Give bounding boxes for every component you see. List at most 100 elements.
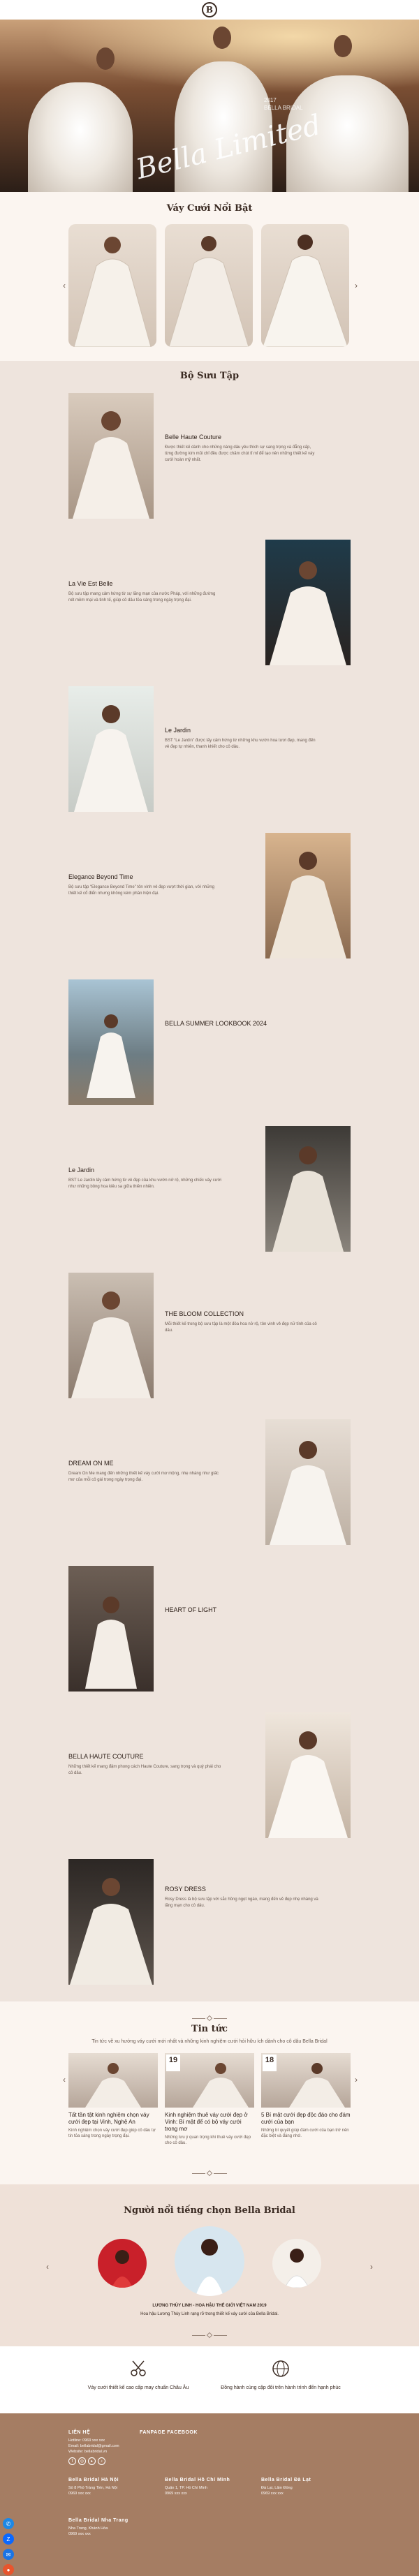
- collection-item[interactable]: BELLA SUMMER LOOKBOOK 2024: [0, 961, 419, 1108]
- collection-desc: BST Le Jardin lấy cảm hứng từ vẻ đẹp của…: [68, 1178, 221, 1189]
- news-prev-button[interactable]: ‹: [59, 2074, 70, 2085]
- celebrities-next-button[interactable]: ›: [366, 2261, 377, 2272]
- collection-title: Belle Haute Couture: [165, 434, 222, 441]
- news-section: Tin tức Tin tức về xu hướng váy cưới mới…: [0, 2001, 419, 2184]
- celebrity-caption-title: LƯƠNG THÙY LINH - HOA HẬU THẾ GIỚI VIỆT …: [152, 2304, 267, 2308]
- collection-item[interactable]: Le Jardin BST Le Jardin lấy cảm hứng từ …: [0, 1108, 419, 1254]
- youtube-icon[interactable]: ▸: [88, 2457, 96, 2465]
- news-card-title: Kinh nghiệm thuê váy cưới đẹp ở Vinh: Bí…: [165, 2112, 248, 2132]
- collection-item[interactable]: ROSY DRESS Rosy Dress là bộ sưu tập với …: [0, 1841, 419, 1987]
- title-ornament-top: [192, 2015, 227, 2022]
- footer-contact-line: Email: bellabridal@gmail.com: [68, 2444, 119, 2448]
- featured-title: Váy Cưới Nổi Bật: [166, 203, 253, 214]
- collection-desc: Mỗi thiết kế trong bộ sưu tập là một đóa…: [165, 1322, 317, 1333]
- chat-icon: Z: [6, 2536, 10, 2542]
- globe-icon: [271, 2359, 291, 2378]
- news-subtitle: Tin tức về xu hướng váy cưới mới nhất và…: [91, 2039, 328, 2044]
- collection-title: ROSY DRESS: [165, 1886, 206, 1893]
- site-footer: LIÊN HỆ Hotline: 0969 xxx xxx Email: bel…: [0, 2413, 419, 2576]
- service-label: Đồng hành cùng cặp đôi trên hành trình đ…: [221, 2385, 341, 2390]
- hero-bride-left: [28, 82, 133, 192]
- news-card[interactable]: 19 Kinh nghiệm thuê váy cưới đẹp ở Vinh:…: [165, 2053, 254, 2146]
- collection-photo: [68, 686, 154, 812]
- news-date-day: 19: [168, 2056, 178, 2064]
- map-float-button[interactable]: ●: [3, 2564, 14, 2575]
- footer-branch-line: 0969 xxx xxx: [68, 2492, 91, 2496]
- collection-text: Belle Haute Couture Được thiết kế dành c…: [165, 434, 318, 464]
- news-card-excerpt: Những lưu ý quan trọng khi thuê váy cưới…: [165, 2135, 251, 2145]
- collection-title: La Vie Est Belle: [68, 580, 113, 587]
- footer-branch-line: Số 8 Phố Tràng Tiền, Hà Nội: [68, 2486, 118, 2490]
- footer-branch-line: Nha Trang, Khánh Hòa: [68, 2526, 108, 2531]
- collection-desc: Rosy Dress là bộ sưu tập với sắc hồng ng…: [165, 1897, 318, 1908]
- featured-next-button[interactable]: ›: [351, 280, 362, 291]
- services-section: Váy cưới thiết kế cao cấp may chuẩn Châu…: [0, 2346, 419, 2413]
- collection-item[interactable]: La Vie Est Belle Bộ sưu tập mang cảm hứn…: [0, 521, 419, 668]
- news-date-day: 18: [265, 2056, 274, 2064]
- footer-branch-line: 0969 xxx xxx: [68, 2532, 91, 2536]
- celebrity-avatar-featured[interactable]: [175, 2226, 244, 2296]
- top-bar: B: [0, 0, 419, 20]
- collection-photo: [265, 1126, 351, 1252]
- collection-item[interactable]: HEART OF LIGHT: [0, 1548, 419, 1694]
- collection-item[interactable]: Elegance Beyond Time Bộ sưu tập “Eleganc…: [0, 815, 419, 961]
- collections-section: Bộ Sưu Tập Belle Haute Couture Được thiế…: [0, 361, 419, 2001]
- tiktok-icon[interactable]: ♪: [98, 2457, 105, 2465]
- title-ornament: [192, 2332, 227, 2339]
- collection-title: HEART OF LIGHT: [165, 1606, 217, 1613]
- chevron-right-icon: ›: [370, 2262, 373, 2272]
- service-item: Đồng hành cùng cặp đôi trên hành trình đ…: [211, 2359, 351, 2390]
- collection-item[interactable]: THE BLOOM COLLECTION Mỗi thiết kế trong …: [0, 1254, 419, 1401]
- collection-title: THE BLOOM COLLECTION: [165, 1310, 244, 1317]
- phone-float-button[interactable]: ✆: [3, 2518, 14, 2529]
- collection-photo: [265, 1712, 351, 1838]
- messenger-icon: ✉: [6, 2551, 11, 2558]
- footer-branch-line: 0969 xxx xxx: [165, 2492, 187, 2496]
- collection-photo: [265, 540, 351, 665]
- footer-branch-line: 0969 xxx xxx: [261, 2492, 284, 2496]
- news-next-button[interactable]: ›: [351, 2074, 362, 2085]
- news-card[interactable]: Tất tần tật kinh nghiệm chọn váy cưới đẹ…: [68, 2053, 158, 2139]
- news-date-badge: 19: [166, 2055, 180, 2071]
- collection-text: La Vie Est Belle Bộ sưu tập mang cảm hứn…: [68, 580, 222, 604]
- collection-photo: [68, 1566, 154, 1692]
- hero-tag-year: 2017: [264, 97, 277, 103]
- collection-title: BELLA SUMMER LOOKBOOK 2024: [165, 1020, 267, 1027]
- dress-photo: [262, 235, 348, 347]
- social-links: f ◎ ▸ ♪: [68, 2457, 131, 2465]
- dress-photo: [73, 237, 152, 347]
- celebrity-avatar[interactable]: [272, 2239, 321, 2288]
- collection-text: Le Jardin BST “Le Jardin” được lấy cảm h…: [165, 727, 318, 750]
- celebrity-caption-desc: Hoa hậu Lương Thùy Linh rạng rỡ trong th…: [140, 2312, 279, 2316]
- collection-photo: [68, 1273, 154, 1398]
- featured-card[interactable]: [165, 224, 253, 347]
- news-card[interactable]: 18 5 Bí mật cưới đẹp độc đáo cho đám cướ…: [261, 2053, 351, 2139]
- collection-item[interactable]: Belle Haute Couture Được thiết kế dành c…: [0, 375, 419, 521]
- collection-item[interactable]: Le Jardin BST “Le Jardin” được lấy cảm h…: [0, 668, 419, 815]
- featured-card[interactable]: [68, 224, 156, 347]
- celebrities-prev-button[interactable]: ‹: [42, 2261, 53, 2272]
- collection-item[interactable]: DREAM ON ME Dream On Me mang đến những t…: [0, 1401, 419, 1548]
- footer-branch-heading: Bella Bridal Nha Trang: [68, 2518, 128, 2523]
- footer-contact: LIÊN HỆ Hotline: 0969 xxx xxx Email: bel…: [68, 2430, 131, 2465]
- collection-text: BELLA SUMMER LOOKBOOK 2024: [165, 1020, 318, 1031]
- celebrities-title: Người nổi tiếng chọn Bella Bridal: [124, 2205, 295, 2216]
- collection-item[interactable]: BELLA HAUTE COUTURE Những thiết kế mang …: [0, 1694, 419, 1841]
- collection-photo: [68, 393, 154, 519]
- hero-banner: Bella Limited 2017 BELLA BRIDAL: [0, 20, 419, 192]
- zalo-float-button[interactable]: Z: [3, 2533, 14, 2545]
- chevron-left-icon: ‹: [63, 2075, 66, 2085]
- instagram-icon[interactable]: ◎: [78, 2457, 86, 2465]
- facebook-icon[interactable]: f: [68, 2457, 76, 2465]
- featured-card[interactable]: [261, 224, 349, 347]
- brand-logo[interactable]: B: [202, 2, 217, 17]
- collection-photo: [68, 979, 154, 1105]
- footer-branch-heading: Bella Bridal Đà Lạt: [261, 2478, 311, 2482]
- messenger-float-button[interactable]: ✉: [3, 2549, 14, 2560]
- chevron-right-icon: ›: [355, 281, 358, 290]
- collection-desc: BST “Le Jardin” được lấy cảm hứng từ nhữ…: [165, 739, 316, 749]
- celebrity-avatar[interactable]: [98, 2239, 147, 2288]
- footer-contact-line: Website: bellabridal.vn: [68, 2450, 108, 2454]
- collection-title: DREAM ON ME: [68, 1460, 114, 1467]
- footer-branch: Bella Bridal Hồ Chí Minh Quận 1, TP. Hồ …: [165, 2478, 249, 2496]
